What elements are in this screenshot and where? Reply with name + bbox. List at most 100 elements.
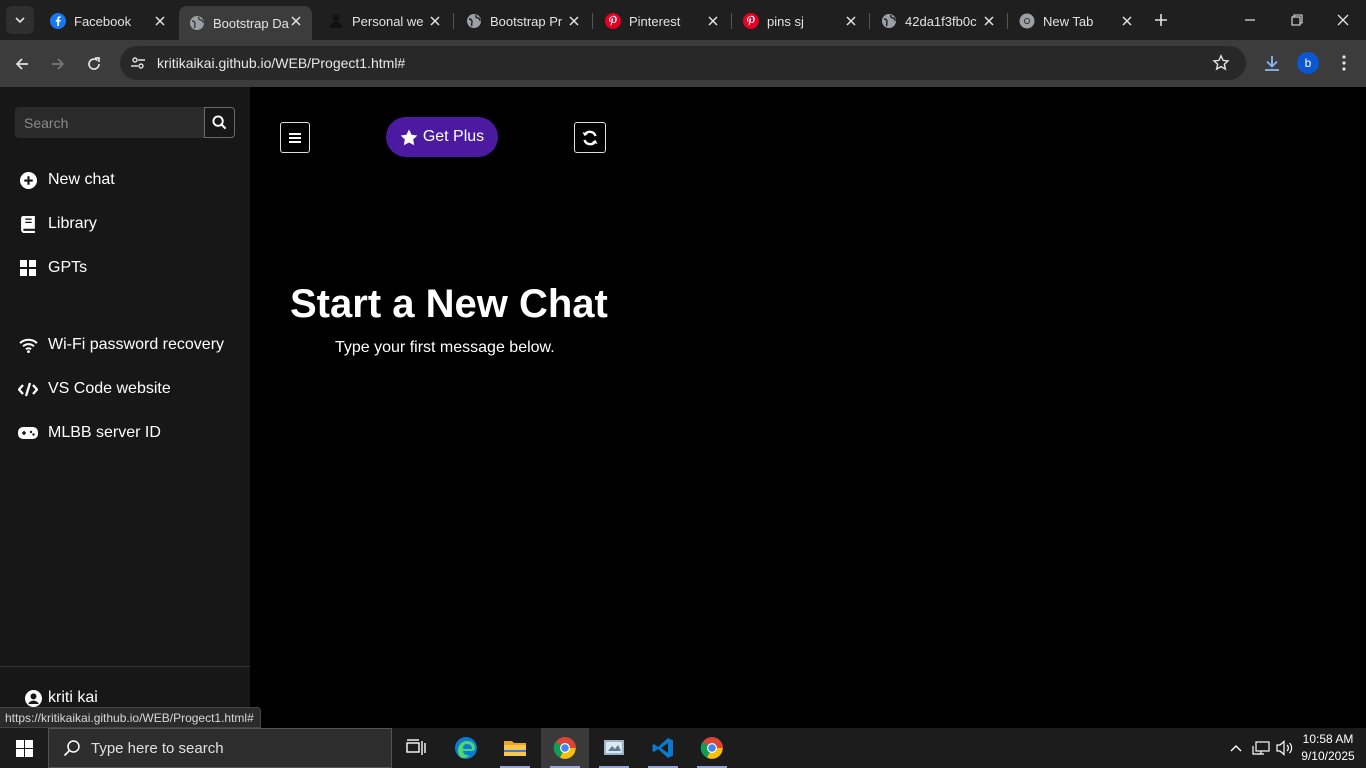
edge-icon (455, 737, 477, 759)
windows-logo-icon (15, 739, 33, 757)
tab-pins-sj[interactable]: pins sj (733, 6, 867, 36)
tab-title: pins sj (767, 13, 804, 29)
minimize-icon (1245, 19, 1255, 21)
globe-icon (881, 13, 897, 29)
chrome-icon (700, 737, 723, 759)
browser-tab-strip: Facebook Bootstrap Da Personal we Bootst… (0, 0, 1366, 40)
taskbar-search-box[interactable]: Type here to search (48, 728, 392, 768)
tab-bootstrap-project[interactable]: Bootstrap Pr (456, 6, 590, 36)
vscode-icon (652, 738, 673, 758)
tray-overflow-button[interactable] (1226, 728, 1246, 768)
reload-button[interactable] (81, 51, 107, 77)
minimize-button[interactable] (1238, 8, 1262, 32)
sidebar-item-library[interactable]: Library (18, 210, 97, 238)
sidebar-item-label: GPTs (48, 259, 88, 276)
back-button[interactable] (9, 51, 35, 77)
search-button[interactable] (204, 107, 235, 138)
tab-separator (592, 13, 593, 29)
tab-new-tab[interactable]: New Tab (1009, 6, 1143, 36)
sidebar-item-vs-code-website[interactable]: VS Code website (18, 375, 171, 403)
sidebar-item-label: Library (48, 215, 97, 232)
tab-pinterest[interactable]: Pinterest (595, 6, 729, 36)
star-icon (400, 128, 418, 146)
volume-tray-button[interactable] (1274, 728, 1296, 768)
close-icon[interactable] (566, 13, 582, 29)
get-plus-button[interactable]: Get Plus (386, 117, 498, 157)
tab-facebook[interactable]: Facebook (40, 6, 176, 36)
sidebar: New chat Library GPTs Wi-Fi password rec… (0, 87, 250, 728)
chrome-icon (553, 737, 576, 759)
sidebar-item-label: VS Code website (48, 380, 171, 397)
sidebar-item-mlbb-server-id[interactable]: MLBB server ID (18, 419, 161, 447)
refresh-button[interactable] (574, 122, 606, 153)
close-icon[interactable] (152, 13, 168, 29)
restore-icon (1291, 14, 1303, 26)
task-view-button[interactable] (392, 728, 440, 768)
sidebar-search (15, 107, 235, 138)
taskbar-chrome-second[interactable] (688, 728, 736, 768)
taskbar-file-explorer[interactable] (491, 728, 539, 768)
page-title: Start a New Chat (290, 282, 608, 326)
forward-button[interactable] (45, 51, 71, 77)
new-tab-button[interactable] (1150, 9, 1172, 31)
taskbar-vscode[interactable] (639, 728, 687, 768)
chevron-down-icon (15, 17, 25, 24)
get-plus-label: Get Plus (422, 128, 485, 145)
network-tray-button[interactable] (1250, 728, 1272, 768)
speaker-icon (1276, 740, 1293, 756)
plus-icon (1155, 14, 1167, 26)
tab-bootstrap-dashboard[interactable]: Bootstrap Da (179, 6, 312, 40)
network-icon (1252, 741, 1270, 755)
search-input[interactable] (15, 107, 204, 138)
tab-separator (453, 13, 454, 29)
code-icon (18, 379, 38, 399)
taskbar-snipping-tool[interactable] (590, 728, 638, 768)
tab-title: Bootstrap Da (213, 15, 289, 31)
hamburger-menu-button[interactable] (280, 122, 310, 153)
sidebar-item-wifi-password-recovery[interactable]: Wi-Fi password recovery (18, 331, 224, 359)
taskbar-edge[interactable] (442, 728, 490, 768)
more-menu-icon[interactable] (1334, 52, 1354, 74)
taskbar-search-placeholder: Type here to search (91, 739, 224, 757)
taskbar-clock[interactable]: 10:58 AM 9/10/2025 (1296, 731, 1360, 765)
close-icon[interactable] (427, 13, 443, 29)
user-profile[interactable]: kriti kai (24, 687, 98, 709)
arrow-left-icon (15, 58, 28, 70)
close-icon[interactable] (1119, 13, 1135, 29)
clock-date: 9/10/2025 (1301, 749, 1355, 763)
sidebar-item-gpts[interactable]: GPTs (18, 254, 87, 282)
sidebar-divider (0, 666, 250, 667)
address-url[interactable]: kritikaikai.github.io/WEB/Progect1.html# (157, 55, 405, 71)
bookmark-star-icon[interactable] (1211, 53, 1231, 73)
gamepad-icon (18, 423, 38, 443)
profile-avatar[interactable]: b (1297, 52, 1319, 74)
plus-circle-icon (18, 170, 38, 190)
sidebar-item-new-chat[interactable]: New chat (18, 166, 115, 194)
user-name: kriti kai (48, 689, 98, 706)
tab-title: Personal we (352, 13, 424, 29)
tab-separator (1007, 13, 1008, 29)
restore-button[interactable] (1285, 8, 1309, 32)
tab-personal-website[interactable]: Personal we (318, 6, 451, 36)
close-icon[interactable] (981, 13, 997, 29)
close-icon[interactable] (288, 13, 304, 29)
tab-search-button[interactable] (6, 6, 34, 34)
clock-time: 10:58 AM (1302, 732, 1354, 746)
web-page: New chat Library GPTs Wi-Fi password rec… (0, 87, 1366, 728)
grid-icon (18, 258, 38, 278)
close-window-button[interactable] (1331, 8, 1355, 32)
close-icon[interactable] (705, 13, 721, 29)
search-icon (61, 737, 83, 759)
download-icon[interactable] (1261, 52, 1283, 74)
tab-title: Pinterest (629, 13, 681, 29)
tab-42da1f3fb0c[interactable]: 42da1f3fb0c (871, 6, 1005, 36)
taskbar-chrome-active[interactable] (541, 728, 589, 768)
sidebar-item-label: New chat (48, 171, 115, 188)
facebook-icon (50, 13, 66, 29)
site-info-icon[interactable] (128, 53, 148, 73)
close-icon[interactable] (843, 13, 859, 29)
page-subtitle: Type your first message below. (335, 339, 555, 356)
hamburger-icon (289, 132, 301, 143)
tab-title: New Tab (1043, 13, 1094, 29)
start-button[interactable] (0, 728, 48, 768)
